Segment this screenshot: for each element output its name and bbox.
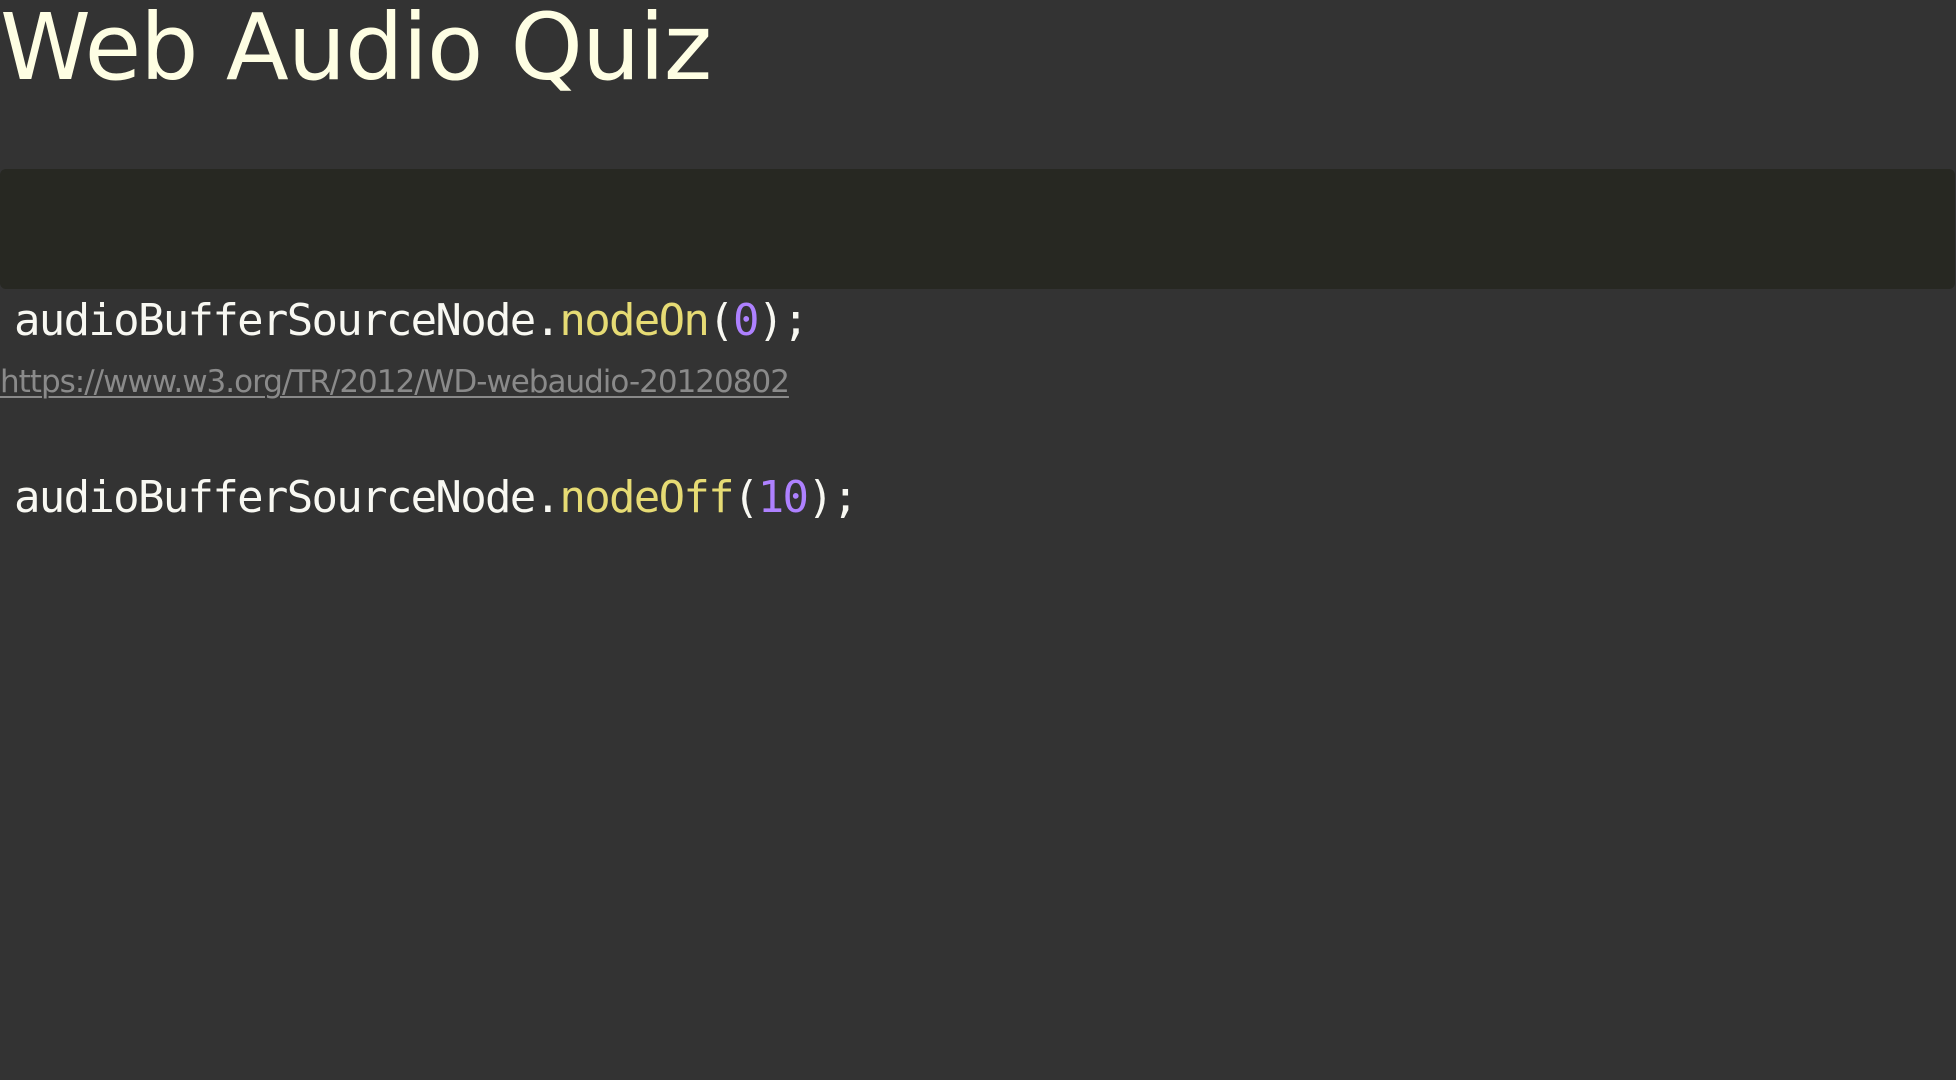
code-dot: . [534,472,561,523]
code-close: ); [757,295,809,346]
reference-link[interactable]: https://www.w3.org/TR/2012/WD-webaudio-2… [0,362,790,402]
code-close: ); [807,472,858,523]
page-title: Web Audio Quiz [0,0,712,101]
code-object: audioBufferSourceNode [14,295,536,346]
code-open-paren: ( [732,472,759,523]
code-open-paren: ( [708,295,734,346]
code-dot: . [534,295,561,346]
code-line: audioBufferSourceNode.nodeOff(10); [14,468,1955,527]
code-block: audioBufferSourceNode.nodeOn(0); audioBu… [0,169,1955,523]
code-object: audioBufferSourceNode [14,472,536,523]
code-argument: 0 [732,295,759,346]
code-line: audioBufferSourceNode.nodeOn(0); [14,291,1955,350]
code-argument: 10 [757,472,809,523]
code-method: nodeOn [559,295,709,346]
code-method: nodeOff [559,472,734,523]
